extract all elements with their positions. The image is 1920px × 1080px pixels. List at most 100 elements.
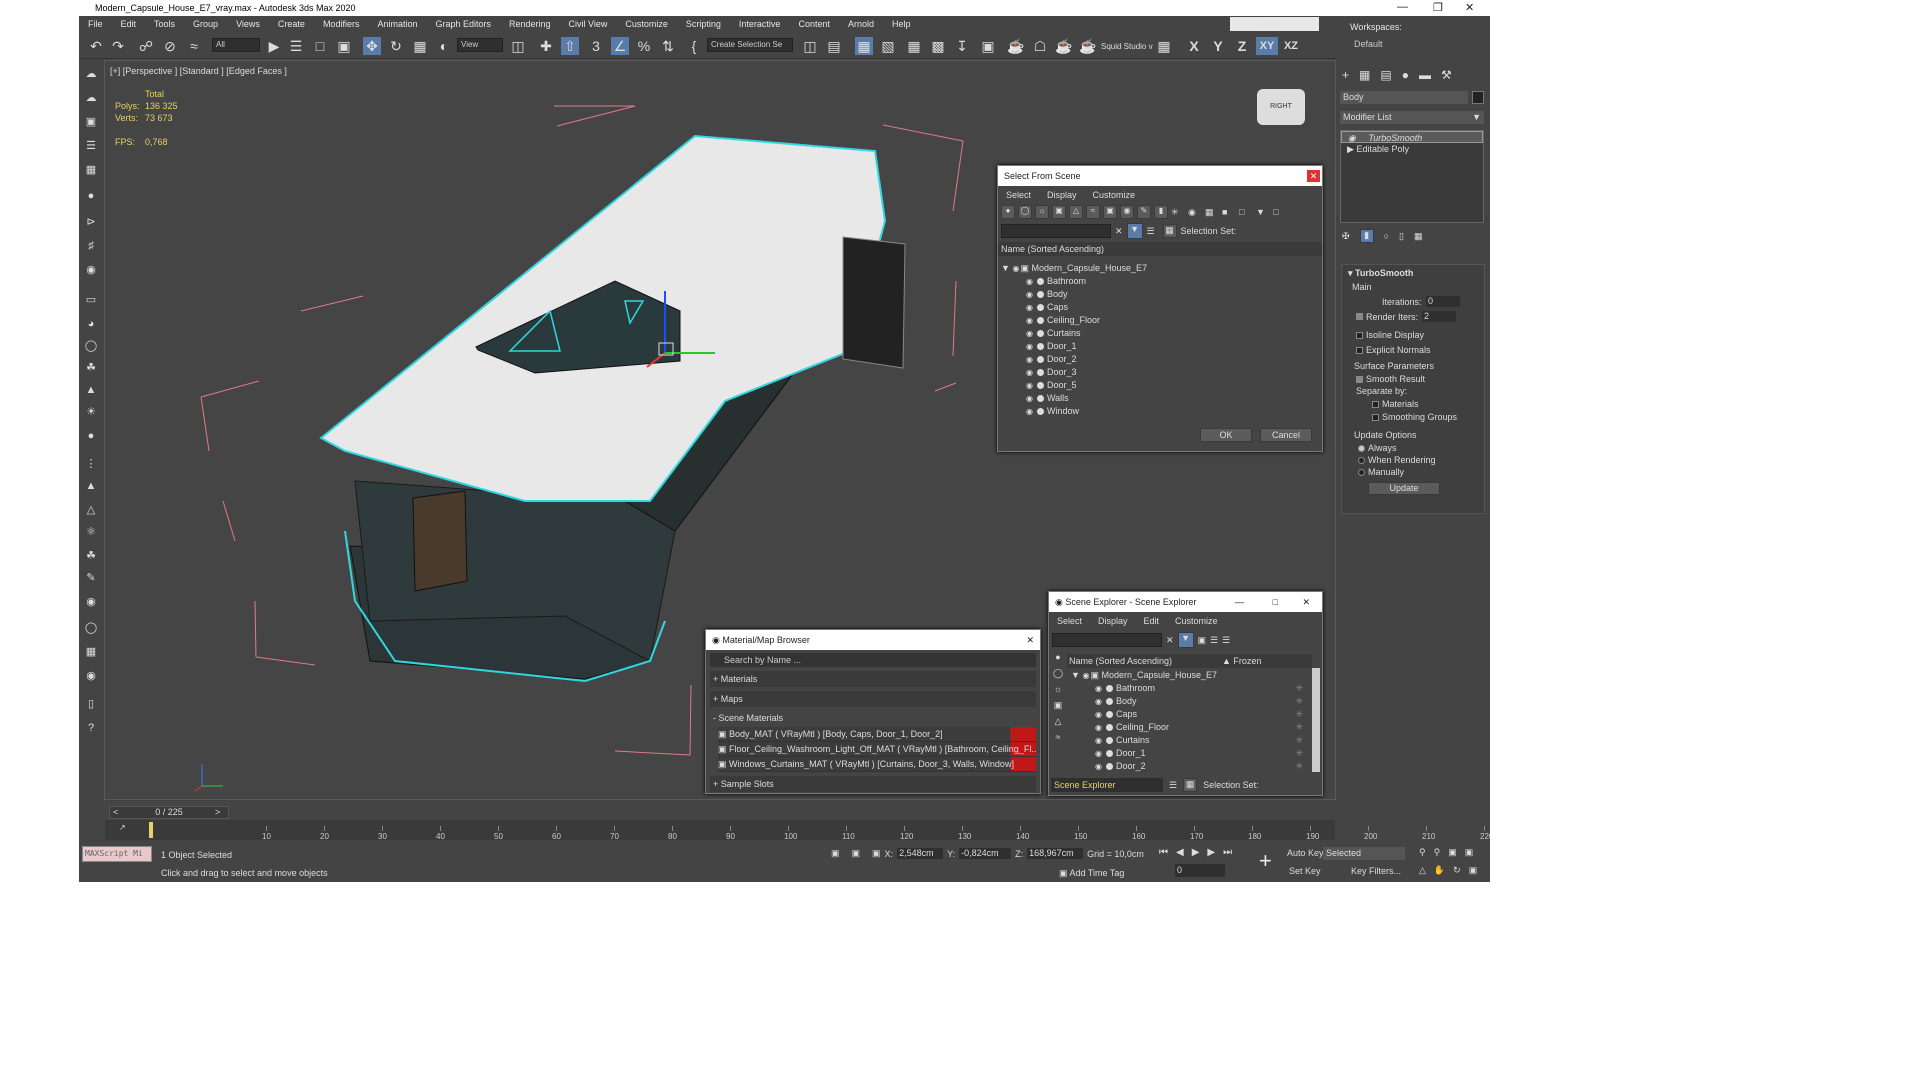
smoothing-groups-row[interactable]: Smoothing Groups: [1342, 409, 1484, 422]
sphere-icon[interactable]: ◯: [83, 338, 99, 354]
se-menu-select[interactable]: Select: [1049, 613, 1090, 629]
minimize-icon[interactable]: —: [1235, 592, 1244, 612]
isoline-row[interactable]: Isoline Display: [1342, 322, 1484, 340]
sound-icon[interactable]: ♯: [83, 238, 99, 254]
group-materials[interactable]: + Materials: [710, 671, 1036, 687]
eye-icon[interactable]: ◉: [1026, 340, 1034, 353]
snaps-toggle-icon[interactable]: 3: [587, 37, 605, 55]
cloud-icon[interactable]: ☁: [83, 66, 99, 82]
remove-modifier-icon[interactable]: ▯: [1399, 231, 1404, 242]
list-item[interactable]: ◉ Bathroom: [1026, 275, 1086, 288]
set-key-big-icon[interactable]: +: [1259, 848, 1272, 874]
always-radio[interactable]: [1358, 445, 1365, 453]
eye-icon[interactable]: ◉: [1026, 366, 1034, 379]
group-scene-materials[interactable]: - Scene Materials: [710, 711, 1036, 725]
menu-content[interactable]: Content: [789, 16, 839, 33]
eye-icon[interactable]: ◉: [1095, 708, 1103, 721]
create-tab-icon[interactable]: +: [1342, 68, 1349, 82]
menu-interactive[interactable]: Interactive: [730, 16, 790, 33]
eye-icon[interactable]: ◉: [1095, 734, 1103, 747]
squid-studio-icon[interactable]: ☕: [1079, 37, 1097, 55]
scale-icon[interactable]: ▦: [411, 37, 429, 55]
move-icon[interactable]: ✥: [363, 37, 381, 55]
sign-in-dropdown[interactable]: Sign In: [1230, 17, 1319, 31]
eye-icon[interactable]: ◉: [1026, 392, 1034, 405]
se-menu-display[interactable]: Display: [1090, 613, 1136, 629]
sun-icon[interactable]: ☀: [83, 404, 99, 420]
group-filter-icon[interactable]: ▣: [1103, 205, 1117, 219]
gold-sphere-icon[interactable]: ●: [83, 428, 99, 444]
utilities-tab-icon[interactable]: ⚒: [1441, 68, 1452, 82]
filter-icon[interactable]: ▼: [1256, 207, 1270, 217]
frozen-icon[interactable]: ✳: [1295, 734, 1303, 747]
stack-item-turbosmooth[interactable]: ◉ TurboSmooth: [1341, 131, 1483, 143]
select-all-icon[interactable]: ■: [1222, 207, 1236, 217]
update-button[interactable]: Update: [1368, 482, 1440, 495]
cloud-outline-icon[interactable]: ☁: [83, 90, 99, 106]
find-filter-icon[interactable]: ▼: [1126, 223, 1143, 239]
maximize-viewport-icon[interactable]: ▣: [1469, 865, 1478, 876]
maxscript-listener[interactable]: MAXScript Mi: [82, 846, 152, 862]
eye-icon[interactable]: ◉: [1095, 695, 1103, 708]
material-item[interactable]: ▣ Floor_Ceiling_Washroom_Light_Off_MAT (…: [718, 742, 1036, 757]
grass-icon[interactable]: ☘: [83, 360, 99, 376]
se-search-input[interactable]: [1052, 633, 1162, 647]
eye-icon[interactable]: ◉: [1026, 301, 1034, 314]
isolate-selection-icon[interactable]: ▣: [831, 848, 840, 859]
image-icon[interactable]: ▣: [83, 114, 99, 130]
viewcube[interactable]: RIGHT: [1257, 89, 1305, 125]
menu-rendering[interactable]: Rendering: [500, 16, 560, 33]
bone-icon[interactable]: △: [83, 502, 99, 518]
mirror-icon[interactable]: ◫: [801, 37, 819, 55]
menu-create[interactable]: Create: [269, 16, 314, 33]
zoom-extents-icon[interactable]: ▣: [1448, 847, 1457, 858]
track-bar[interactable]: ↗: [105, 820, 1335, 840]
vray-icon[interactable]: ◉: [83, 668, 99, 684]
object-color-swatch[interactable]: [1472, 91, 1484, 104]
explorer-selector-dropdown[interactable]: Scene Explorer: [1051, 778, 1163, 792]
zoom-extents-all-icon[interactable]: ▣: [1465, 847, 1474, 858]
next-frame-icon[interactable]: >: [215, 807, 220, 817]
time-cursor[interactable]: [149, 822, 153, 838]
menu-group[interactable]: Group: [184, 16, 227, 33]
globe-icon[interactable]: ◯: [83, 620, 99, 636]
capsule-icon[interactable]: ▲: [83, 478, 99, 494]
eye-icon[interactable]: ◉: [1095, 721, 1103, 734]
manually-row[interactable]: Manually: [1342, 465, 1484, 477]
group-maps[interactable]: + Maps: [710, 691, 1036, 707]
table-icon[interactable]: ▦: [83, 162, 99, 178]
configure-sets-icon[interactable]: ▦: [1414, 231, 1423, 242]
schematic-view-icon[interactable]: ▩: [929, 37, 947, 55]
axis-xz-button[interactable]: XZ: [1280, 37, 1302, 55]
set-key-button[interactable]: Set Key: [1289, 866, 1321, 876]
explicit-normals-checkbox[interactable]: [1356, 347, 1363, 355]
time-slider[interactable]: < 0 / 225: [109, 806, 229, 819]
menu-views[interactable]: Views: [227, 16, 269, 33]
align-icon[interactable]: ▤: [825, 37, 843, 55]
bind-spacewarp-icon[interactable]: ≈: [185, 37, 203, 55]
eye-icon[interactable]: ◉: [1026, 379, 1034, 392]
table-row[interactable]: ◉ Door_1 ✳: [1095, 747, 1307, 760]
iterations-spinner[interactable]: 0: [1426, 296, 1460, 307]
table-row[interactable]: ◉ Body ✳: [1095, 695, 1307, 708]
frozen-icon[interactable]: ✳: [1295, 695, 1303, 708]
field-of-view-icon[interactable]: △: [1419, 865, 1426, 876]
maximize-icon[interactable]: □: [1273, 592, 1278, 612]
undo-icon[interactable]: ↶: [87, 37, 105, 55]
camera-filter-icon[interactable]: ▣: [1051, 700, 1065, 716]
stack-item-editable-poly[interactable]: ▶ Editable Poly: [1341, 143, 1483, 155]
helper-icon[interactable]: ⊳: [83, 214, 99, 230]
se-scrollbar[interactable]: [1312, 668, 1320, 772]
light-filter-icon[interactable]: ☼: [1051, 684, 1065, 700]
list-item[interactable]: ◉ Door_2: [1026, 353, 1077, 366]
x-coordinate-field[interactable]: 2,548cm: [897, 848, 944, 859]
zoom-all-icon[interactable]: ⚲: [1434, 847, 1441, 858]
frozen-icon[interactable]: ✳: [1295, 747, 1303, 760]
menu-customize[interactable]: Customize: [616, 16, 677, 33]
close-icon[interactable]: ✕: [1026, 630, 1034, 650]
previous-frame-icon[interactable]: <: [113, 807, 118, 818]
smoothing-groups-checkbox[interactable]: [1372, 414, 1379, 422]
axis-z-button[interactable]: Z: [1233, 37, 1251, 55]
eye-icon[interactable]: ◉: [1026, 327, 1034, 340]
eye-icon[interactable]: ◉: [1095, 682, 1103, 695]
